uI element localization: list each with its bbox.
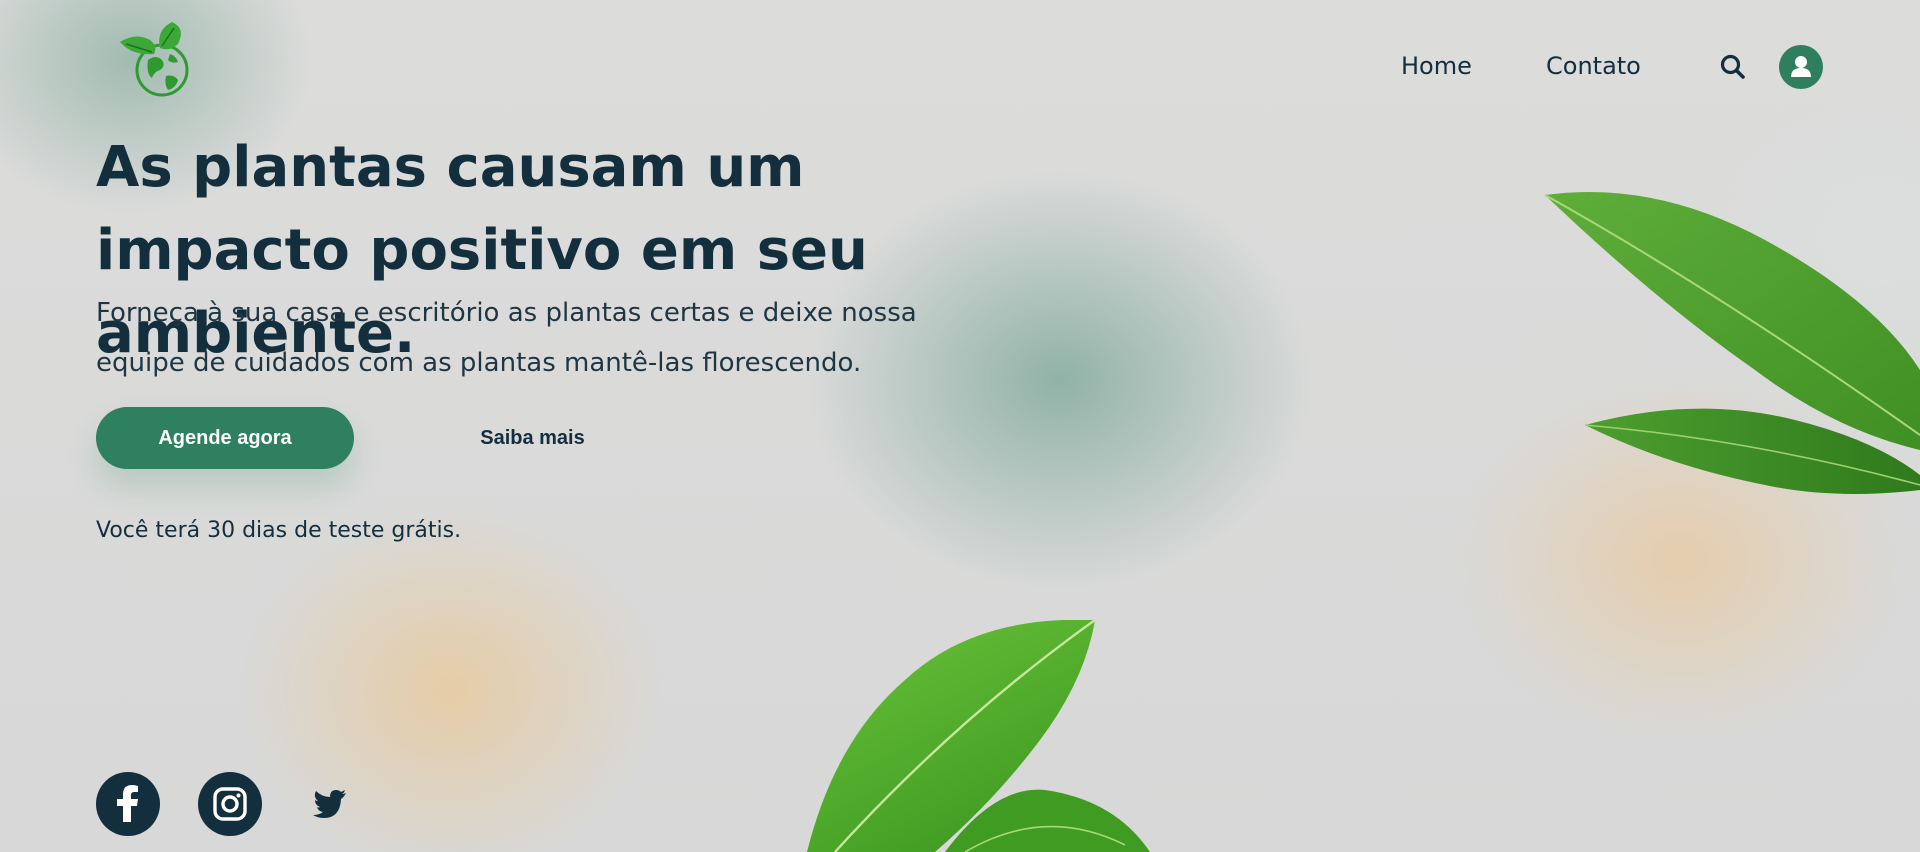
instagram-link[interactable]	[198, 772, 262, 836]
instagram-icon	[213, 787, 247, 821]
top-nav: Home Contato	[0, 45, 1920, 89]
twitter-link[interactable]	[310, 785, 350, 821]
schedule-now-button[interactable]: Agende agora	[96, 407, 354, 469]
leaf-image-right	[1544, 192, 1920, 494]
search-button[interactable]	[1718, 52, 1748, 82]
facebook-link[interactable]	[96, 772, 160, 836]
hero-subtitle: Forneça à sua casa e escritório as plant…	[96, 298, 917, 378]
trial-note: Você terá 30 dias de teste grátis.	[96, 518, 462, 543]
user-icon	[1791, 56, 1811, 77]
leaf-image-bottom	[807, 620, 1150, 852]
facebook-icon	[117, 785, 138, 822]
search-icon	[1720, 54, 1745, 79]
twitter-icon	[313, 790, 346, 818]
user-account-button[interactable]	[1779, 45, 1823, 89]
nav-contato-link[interactable]: Contato	[1546, 48, 1641, 84]
learn-more-button[interactable]: Saiba mais	[440, 407, 625, 469]
nav-home-link[interactable]: Home	[1401, 48, 1472, 84]
